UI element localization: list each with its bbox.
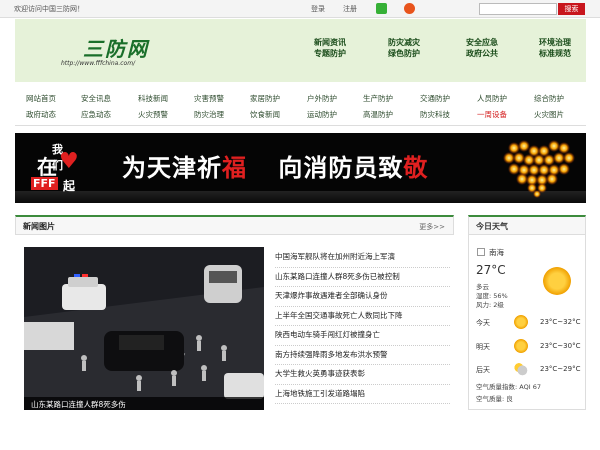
news-list-item[interactable]: 天津爆炸事故遇难者全部确认身份 <box>275 287 450 307</box>
forecast-day: 明天 <box>476 343 490 351</box>
sub-nav-item[interactable]: 应急动态 <box>81 109 111 120</box>
news-list-item[interactable]: 中国海军舰队将在加州附近海上军演 <box>275 248 450 268</box>
aqi-index: 空气质量指数: AQI 67 <box>476 383 541 391</box>
aqi-level: 空气质量: 良 <box>476 395 513 403</box>
news-more-link[interactable]: 更多>> <box>419 222 445 232</box>
forecast-day: 后天 <box>476 366 490 374</box>
news-list: 中国海军舰队将在加州附近海上军演 山东某路口连撞人群8死多伤已被控制 天津爆炸事… <box>275 248 450 404</box>
news-photo-image <box>24 247 264 410</box>
sub-nav-item[interactable]: 交通防护 <box>420 93 450 104</box>
forecast-range: 23°C~32°C <box>540 318 581 326</box>
search-button[interactable]: 搜索 <box>558 3 585 15</box>
sub-nav-item[interactable]: 户外防护 <box>307 93 337 104</box>
banner-left-mid: 在 <box>37 155 57 179</box>
sub-nav-item[interactable]: 网站首页 <box>26 93 56 104</box>
main-nav-col-3: 安全应急 政府公共 <box>466 37 498 59</box>
sun-icon <box>514 339 528 353</box>
news-list-item[interactable]: 南方持续强降雨多地发布洪水预警 <box>275 346 450 365</box>
login-link[interactable]: 登录 <box>311 4 325 14</box>
banner-text-1: 为天津祈 <box>122 154 222 182</box>
banner-heart-icon: ♥ <box>59 149 79 174</box>
main-nav-item[interactable]: 标准规范 <box>539 48 571 59</box>
main-nav-col-2: 防灾减灾 绿色防护 <box>388 37 420 59</box>
forecast-range: 23°C~29°C <box>540 365 581 373</box>
news-list-item[interactable]: 山东某路口连撞人群8死多伤已被控制 <box>275 268 450 287</box>
sub-nav-item[interactable]: 安全讯息 <box>81 93 111 104</box>
main-nav-item[interactable]: 专题防护 <box>314 48 346 59</box>
main-nav-item[interactable]: 绿色防护 <box>388 48 420 59</box>
banner-stripe <box>15 191 586 203</box>
weather-temp: 27°C <box>476 263 506 277</box>
sub-nav: 网站首页 安全讯息 科技新闻 灾害预警 家居防护 户外防护 生产防护 交通防护 … <box>15 86 586 126</box>
banner-left-bottom: 起 <box>63 179 76 193</box>
city-select-icon[interactable] <box>477 248 485 256</box>
forecast-row: 今天 23°C~32°C <box>476 315 580 329</box>
banner-text-1-red: 福 <box>222 154 247 182</box>
photo-caption-bar: 山东某路口连撞人群8死多伤 12345 <box>24 397 264 410</box>
sub-nav-item[interactable]: 高温防护 <box>363 109 393 120</box>
news-photo-slideshow[interactable]: 山东某路口连撞人群8死多伤 12345 <box>24 247 264 410</box>
sub-nav-item[interactable]: 火灾预警 <box>138 109 168 120</box>
weibo-icon[interactable] <box>404 3 415 14</box>
sub-nav-item[interactable]: 防灾治理 <box>194 109 224 120</box>
sub-nav-item[interactable]: 人员防护 <box>477 93 507 104</box>
sub-nav-item[interactable]: 综合防护 <box>534 93 564 104</box>
forecast-row: 明天 23°C~30°C <box>476 339 580 353</box>
sub-nav-item[interactable]: 生产防护 <box>363 93 393 104</box>
sub-nav-item[interactable]: 灾害预警 <box>194 93 224 104</box>
site-header: 三防网 http://www.fffchina.com/ 新闻资讯 专题防护 防… <box>15 19 586 82</box>
weather-city[interactable]: 南海 <box>489 247 504 258</box>
register-link[interactable]: 注册 <box>343 4 357 14</box>
main-nav-item[interactable]: 安全应急 <box>466 37 498 48</box>
forecast-row: 后天 23°C~29°C <box>476 362 580 376</box>
main-nav-col-1: 新闻资讯 专题防护 <box>314 37 346 59</box>
news-section-header: 新闻图片 更多>> <box>15 215 454 235</box>
sub-nav-item-highlight[interactable]: 一周设备 <box>477 109 507 120</box>
banner-headline: 为天津祈福 向消防员致敬 <box>122 148 428 183</box>
news-list-item[interactable]: 上半年全国交通事故死亡人数同比下降 <box>275 307 450 326</box>
logo-url-text: http://www.fffchina.com/ <box>61 60 136 67</box>
weather-header: 今日天气 <box>468 215 586 235</box>
welcome-text: 欢迎访问中国三防网！ <box>14 5 84 13</box>
main-nav-item[interactable]: 环境治理 <box>539 37 571 48</box>
banner-fff-logo: FFF <box>31 177 58 190</box>
main-nav-item[interactable]: 政府公共 <box>466 48 498 59</box>
news-list-item[interactable]: 大学生救火英勇事迹获表彰 <box>275 365 450 385</box>
forecast-day: 今天 <box>476 319 490 327</box>
weather-title: 今日天气 <box>476 222 508 231</box>
weather-wind: 风力: 2级 <box>476 301 504 309</box>
top-bar: 欢迎访问中国三防网！ 登录 注册 搜索 <box>0 0 600 18</box>
sun-icon <box>543 267 571 295</box>
news-section-title: 新闻图片 <box>23 222 55 231</box>
site-logo[interactable]: 三防网 <box>83 33 149 62</box>
cloud-icon <box>514 362 528 376</box>
sub-nav-item[interactable]: 政府动态 <box>26 109 56 120</box>
memorial-banner[interactable]: 我们 在 ♥ FFF 起 为天津祈福 向消防员致敬 <box>15 133 586 203</box>
wechat-icon[interactable] <box>376 3 387 14</box>
sub-nav-item[interactable]: 家居防护 <box>250 93 280 104</box>
sub-nav-item[interactable]: 运动防护 <box>307 109 337 120</box>
banner-text-2: 向消防员致 <box>278 154 404 182</box>
weather-panel: 南海 27°C 多云 湿度: 56% 风力: 2级 今天 23°C~32°C 明… <box>468 235 586 410</box>
main-nav-col-4: 环境治理 标准规范 <box>539 37 571 59</box>
main-nav-item[interactable]: 防灾减灾 <box>388 37 420 48</box>
sub-nav-item[interactable]: 科技新闻 <box>138 93 168 104</box>
search-input[interactable] <box>479 3 557 15</box>
candle-heart-image <box>503 140 575 198</box>
sun-icon <box>514 315 528 329</box>
news-list-item[interactable]: 陕西电动车骑手闯红灯被撞身亡 <box>275 326 450 346</box>
sub-nav-item[interactable]: 火灾图片 <box>534 109 564 120</box>
main-nav-item[interactable]: 新闻资讯 <box>314 37 346 48</box>
forecast-range: 23°C~30°C <box>540 342 581 350</box>
photo-caption[interactable]: 山东某路口连撞人群8死多伤 <box>31 399 126 410</box>
sub-nav-item[interactable]: 防灾科技 <box>420 109 450 120</box>
sub-nav-item[interactable]: 饮食新闻 <box>250 109 280 120</box>
news-list-item[interactable]: 上海地铁施工引发道路塌陷 <box>275 385 450 404</box>
banner-text-2-red: 敬 <box>403 154 429 182</box>
